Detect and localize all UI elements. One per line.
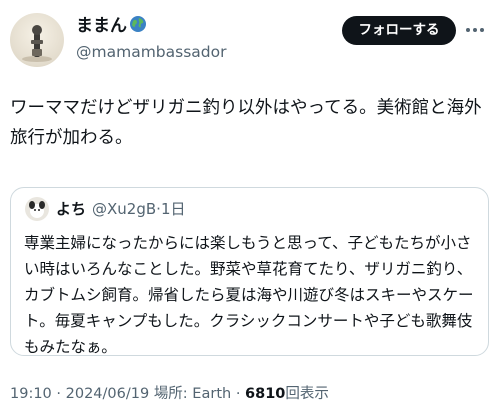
tweet-text: ワーママだけどザリガニ釣り以外はやってる。美術館と海外旅行が加わる。: [10, 98, 482, 148]
author-name-text: ままん: [76, 16, 127, 36]
author-info: ままん @mamambassador: [76, 15, 226, 63]
quoted-handle-text[interactable]: @Xu2gB: [92, 200, 156, 218]
quoted-handle: @Xu2gB·1日: [92, 200, 185, 218]
quoted-header: よち @Xu2gB·1日: [56, 199, 185, 219]
author-handle[interactable]: @mamambassador: [76, 41, 226, 63]
meta-separator: ·: [235, 386, 241, 402]
quoted-text: 専業主婦になったからには楽しもうと思って、子どもたちが小さい時はいろんなことした…: [24, 234, 474, 356]
quoted-tweet[interactable]: よち @Xu2gB·1日 専業主婦になったからには楽しもうと思って、子どもたちが小…: [10, 187, 489, 356]
tweet-time[interactable]: 19:10: [10, 386, 52, 402]
meta-separator: ·: [56, 386, 62, 402]
quoted-display-name[interactable]: よち: [56, 200, 86, 218]
follow-button[interactable]: フォローする: [342, 16, 456, 45]
quoted-age[interactable]: 1日: [161, 200, 186, 218]
more-icon[interactable]: [462, 18, 488, 42]
tweet-meta: 19:10 · 2024/06/19 場所: Earth · 6810回表示: [10, 384, 329, 404]
tweet-date[interactable]: 2024/06/19: [66, 386, 150, 402]
views-label: 回表示: [285, 386, 329, 402]
author-avatar[interactable]: [10, 13, 64, 67]
views-count: 6810: [245, 386, 286, 402]
tweet-location: 場所: Earth: [153, 386, 232, 402]
globe-icon: [129, 15, 147, 39]
quoted-author-avatar[interactable]: [25, 197, 49, 221]
author-display-name[interactable]: ままん: [76, 15, 226, 39]
